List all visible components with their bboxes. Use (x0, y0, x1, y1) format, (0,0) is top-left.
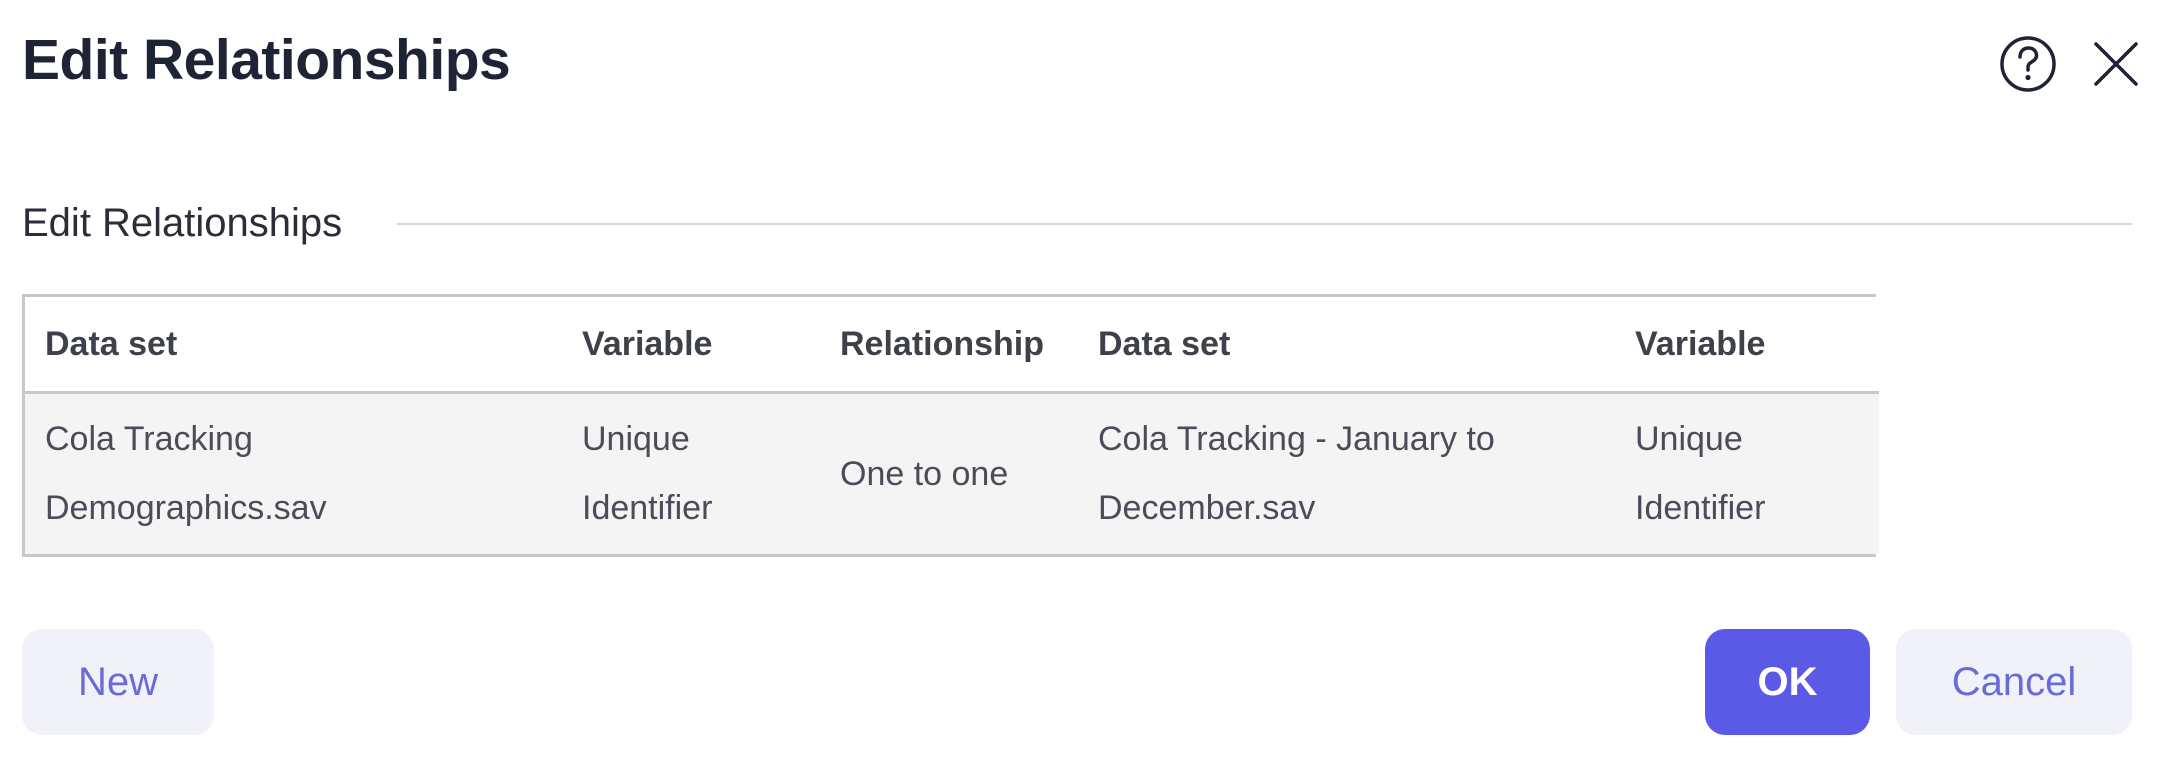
section-divider (397, 223, 2132, 225)
table-row[interactable]: Cola Tracking Demographics.sav Unique Id… (25, 392, 1879, 554)
table-header-row: Data set Variable Relationship Data set … (25, 297, 1879, 394)
cell-dataset-left: Cola Tracking Demographics.sav (25, 392, 562, 554)
cell-variable-left: Unique Identifier (562, 392, 820, 554)
cancel-button[interactable]: Cancel (1896, 629, 2132, 735)
header-dataset-left: Data set (25, 297, 562, 394)
edit-relationships-dialog: Edit Relationships Edit Relationships Da… (0, 0, 2160, 759)
relationships-table: Data set Variable Relationship Data set … (22, 294, 1879, 557)
new-button[interactable]: New (22, 629, 214, 735)
header-variable-right: Variable (1615, 297, 1879, 394)
close-icon (2094, 42, 2138, 86)
cell-relationship: One to one (820, 392, 1078, 554)
header-variable-left: Variable (562, 297, 820, 394)
close-button[interactable] (2090, 38, 2142, 90)
header-relationship: Relationship (820, 297, 1078, 394)
section-header: Edit Relationships (22, 196, 2132, 250)
header-dataset-right: Data set (1078, 297, 1615, 394)
cell-dataset-right: Cola Tracking - January to December.sav (1078, 392, 1615, 554)
help-button[interactable] (1999, 35, 2057, 93)
help-circle-icon (2000, 36, 2056, 92)
cell-variable-right: Unique Identifier (1615, 392, 1879, 554)
dialog-title: Edit Relationships (22, 28, 511, 92)
ok-button[interactable]: OK (1705, 629, 1870, 735)
section-title: Edit Relationships (22, 201, 343, 245)
